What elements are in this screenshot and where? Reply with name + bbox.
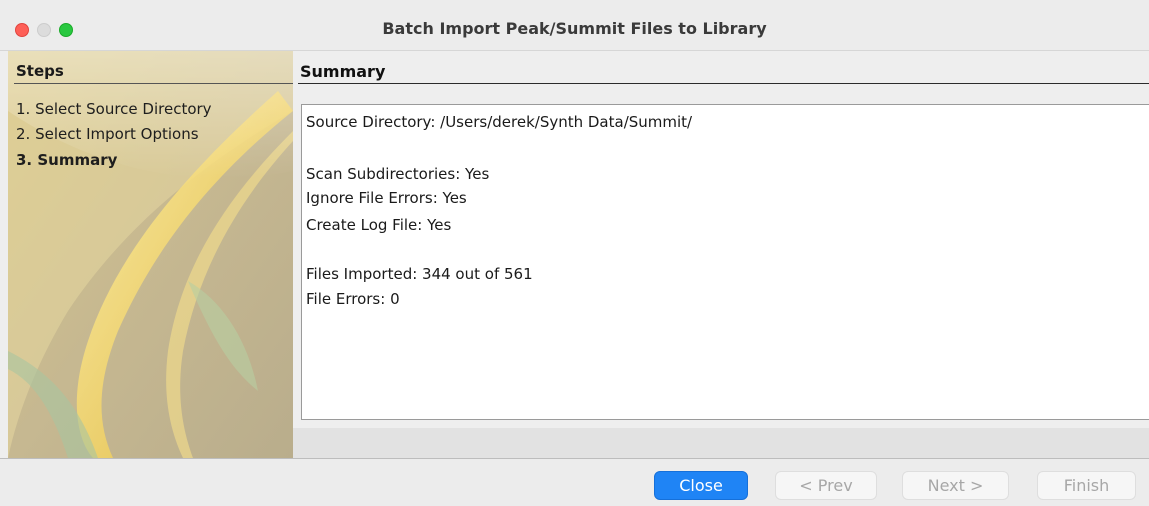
finish-button[interactable]: Finish [1037, 471, 1136, 500]
summary-scan-subdirectories: Scan Subdirectories: Yes [306, 165, 490, 183]
page-title: Summary [300, 62, 386, 81]
import-dialog-window: Batch Import Peak/Summit Files to Librar… [0, 0, 1149, 506]
steps-panel: Steps 1. Select Source Directory 2. Sele… [8, 51, 293, 458]
summary-create-log-file: Create Log File: Yes [306, 216, 452, 234]
step-select-source-directory: 1. Select Source Directory [16, 100, 212, 118]
next-button[interactable]: Next > [902, 471, 1009, 500]
summary-file-errors: File Errors: 0 [306, 290, 400, 308]
step-summary-current: 3. Summary [16, 151, 118, 169]
summary-files-imported: Files Imported: 344 out of 561 [306, 265, 533, 283]
prev-button[interactable]: < Prev [775, 471, 877, 500]
window-title: Batch Import Peak/Summit Files to Librar… [382, 19, 767, 38]
page-title-divider [298, 83, 1149, 84]
summary-text-area[interactable]: Source Directory: /Users/derek/Synth Dat… [301, 104, 1149, 420]
steps-header: Steps [16, 62, 64, 80]
content-bottom-strip [293, 428, 1149, 458]
button-bar: Close < Prev Next > Finish [0, 458, 1149, 506]
title-bar[interactable]: Batch Import Peak/Summit Files to Librar… [0, 0, 1149, 51]
summary-source-directory: Source Directory: /Users/derek/Synth Dat… [306, 113, 693, 131]
step-select-import-options: 2. Select Import Options [16, 125, 199, 143]
summary-ignore-file-errors: Ignore File Errors: Yes [306, 189, 467, 207]
close-button[interactable]: Close [654, 471, 748, 500]
dialog-body: Steps 1. Select Source Directory 2. Sele… [0, 51, 1149, 458]
steps-header-divider [14, 83, 293, 84]
